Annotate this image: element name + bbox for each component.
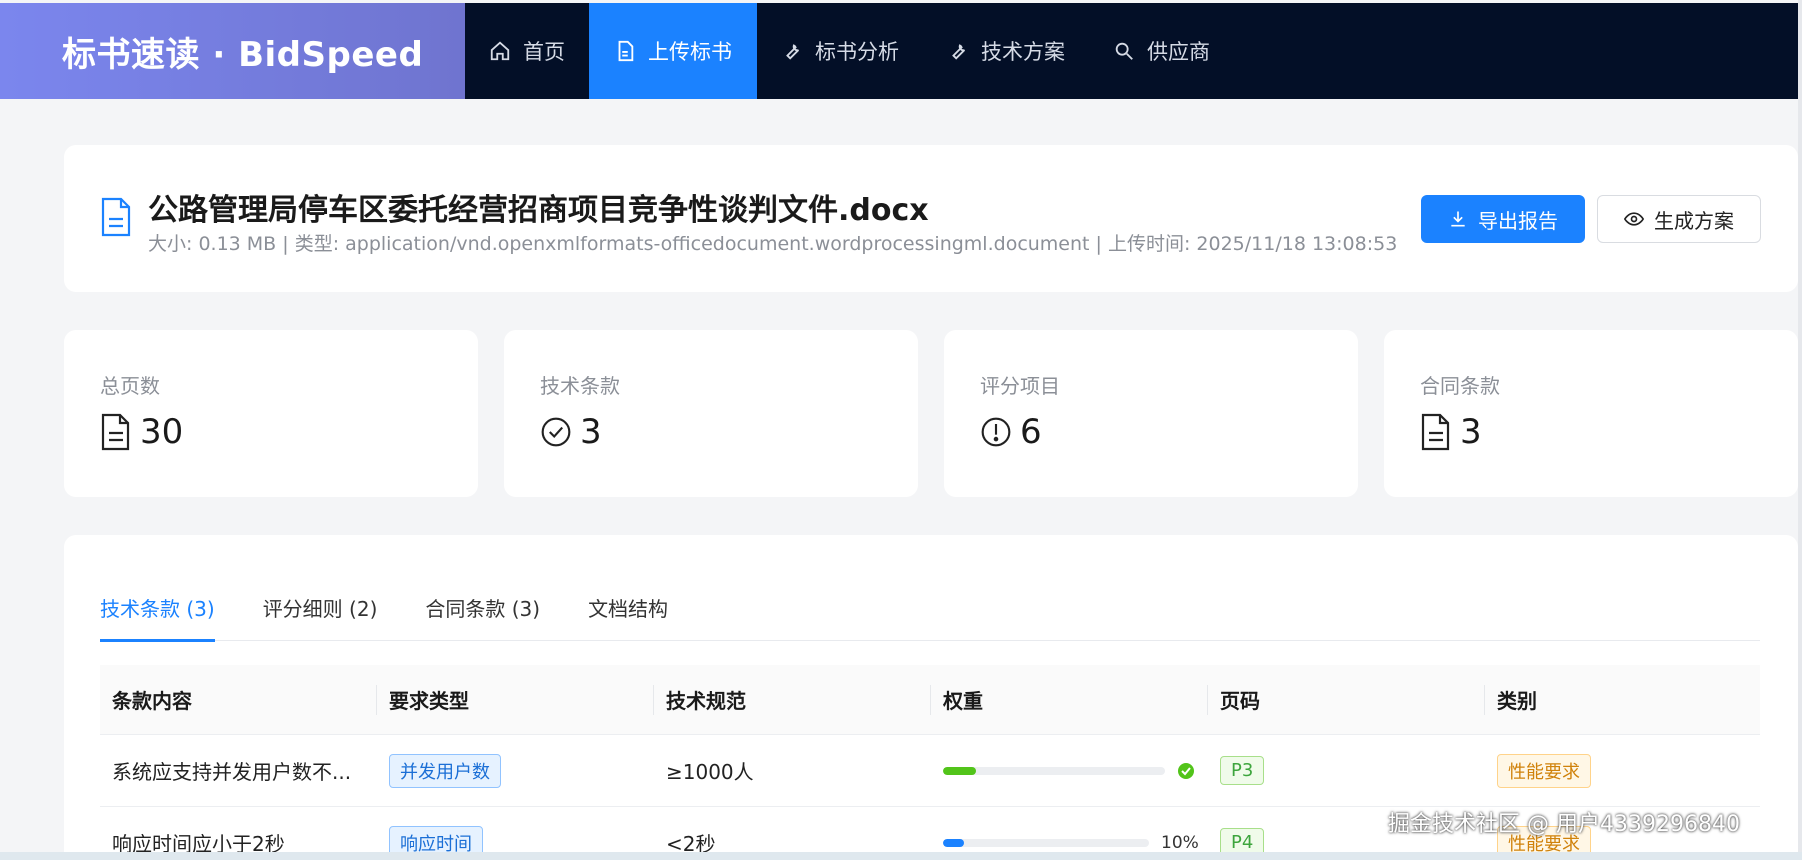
column-header[interactable]: 类别 <box>1485 685 1760 715</box>
nav-label: 技术方案 <box>981 40 1065 64</box>
nav-item-analysis[interactable]: 标书分析 <box>757 3 923 99</box>
column-header[interactable]: 权重 <box>931 684 1208 715</box>
weight-cell <box>931 762 1208 780</box>
check-circle-icon <box>1178 762 1194 779</box>
stat-label: 技术条款 <box>540 374 620 398</box>
table-row[interactable]: 系统应支持并发用户数不... 并发用户数 ≥1000人 P3 性能要求 <box>100 735 1760 807</box>
weight-cell: 10% <box>931 833 1208 853</box>
brand-title: 标书速读 · BidSpeed <box>62 34 424 75</box>
file-text-icon <box>101 413 130 451</box>
nav-label: 首页 <box>523 40 565 64</box>
download-icon <box>1451 211 1465 227</box>
tab-tech-clauses[interactable]: 技术条款 (3) <box>100 593 215 642</box>
button-label: 生成方案 <box>1654 208 1734 233</box>
table-header: 条款内容 要求类型 技术规范 权重 页码 类别 <box>100 665 1760 735</box>
weight-progress-bar <box>943 838 1149 847</box>
column-header[interactable]: 页码 <box>1208 684 1485 715</box>
nav-label: 供应商 <box>1147 40 1210 64</box>
search-icon <box>1115 42 1133 60</box>
stat-number: 3 <box>1460 412 1482 452</box>
wrench-icon <box>786 44 800 60</box>
eye-icon <box>1624 212 1644 226</box>
column-header[interactable]: 条款内容 <box>100 684 377 715</box>
page-cell: P3 <box>1208 756 1485 785</box>
taskbar-strip <box>0 852 1802 860</box>
weight-percent: 10% <box>1161 832 1199 853</box>
weight-progress-fill <box>943 838 964 847</box>
file-title: 公路管理局停车区委托经营招商项目竞争性谈判文件.docx <box>148 193 929 228</box>
export-report-button[interactable]: 导出报告 <box>1421 195 1585 243</box>
stat-card-tech-clauses: 技术条款 3 <box>504 330 918 497</box>
exclamation-circle-icon <box>981 417 1011 447</box>
document-icon <box>618 40 634 62</box>
stat-number: 6 <box>1020 412 1042 452</box>
stat-number: 3 <box>580 412 602 452</box>
requirement-type-cell: 并发用户数 <box>377 753 654 788</box>
file-meta: 大小: 0.13 MB | 类型: application/vnd.openxm… <box>148 233 1398 255</box>
brand-logo[interactable]: 标书速读 · BidSpeed <box>0 3 465 99</box>
tech-spec: ≥1000人 <box>666 760 754 784</box>
nav-item-tech-plan[interactable]: 技术方案 <box>923 3 1089 99</box>
clause-content: 系统应支持并发用户数不... <box>112 760 352 784</box>
stat-card-scoring-items: 评分项目 6 <box>944 330 1358 497</box>
file-info-card: 公路管理局停车区委托经营招商项目竞争性谈判文件.docx 大小: 0.13 MB… <box>64 145 1798 292</box>
top-navbar: 标书速读 · BidSpeed 首页 上传标书 标书分析 技术方案 供应商 <box>0 3 1798 99</box>
home-icon <box>490 41 510 61</box>
stat-number: 30 <box>140 412 184 452</box>
stat-value: 30 <box>100 412 183 452</box>
stat-card-total-pages: 总页数 30 <box>64 330 478 497</box>
weight-progress-fill <box>943 766 977 775</box>
page-tag[interactable]: P3 <box>1220 756 1265 785</box>
stat-label: 评分项目 <box>980 374 1060 398</box>
file-text-icon <box>1421 413 1450 451</box>
stat-label: 合同条款 <box>1420 374 1500 398</box>
requirement-type-tag: 并发用户数 <box>389 753 501 788</box>
category-tag: 性能要求 <box>1497 753 1591 788</box>
weight-progress-bar <box>943 766 1165 775</box>
wrench-icon <box>952 44 966 60</box>
tab-contract-clauses[interactable]: 合同条款 (3) <box>425 593 540 641</box>
generate-plan-button[interactable]: 生成方案 <box>1597 195 1761 243</box>
nav-label: 上传标书 <box>648 40 732 64</box>
nav-item-upload[interactable]: 上传标书 <box>589 3 757 99</box>
watermark: 掘金技术社区 @ 用户4339296840 <box>1388 812 1740 837</box>
stat-label: 总页数 <box>100 374 160 398</box>
check-circle-icon <box>541 417 571 447</box>
tab-bar: 技术条款 (3) 评分细则 (2) 合同条款 (3) 文档结构 <box>100 593 1760 642</box>
window-edge <box>1798 0 1802 860</box>
nav-item-supplier[interactable]: 供应商 <box>1089 3 1234 99</box>
tab-document-structure[interactable]: 文档结构 <box>588 593 668 641</box>
document-icon <box>101 197 131 237</box>
tab-scoring-rules[interactable]: 评分细则 (2) <box>263 593 378 641</box>
stat-value: 6 <box>980 412 1042 452</box>
main-nav: 首页 上传标书 标书分析 技术方案 供应商 <box>465 3 1234 99</box>
column-header[interactable]: 技术规范 <box>654 684 931 715</box>
category-cell: 性能要求 <box>1485 753 1760 788</box>
nav-label: 标书分析 <box>815 40 899 64</box>
column-header[interactable]: 要求类型 <box>377 684 654 715</box>
nav-item-home[interactable]: 首页 <box>465 3 589 99</box>
stat-card-contract-clauses: 合同条款 3 <box>1384 330 1798 497</box>
button-label: 导出报告 <box>1478 208 1558 233</box>
stat-value: 3 <box>1420 412 1482 452</box>
stat-value: 3 <box>540 412 602 452</box>
